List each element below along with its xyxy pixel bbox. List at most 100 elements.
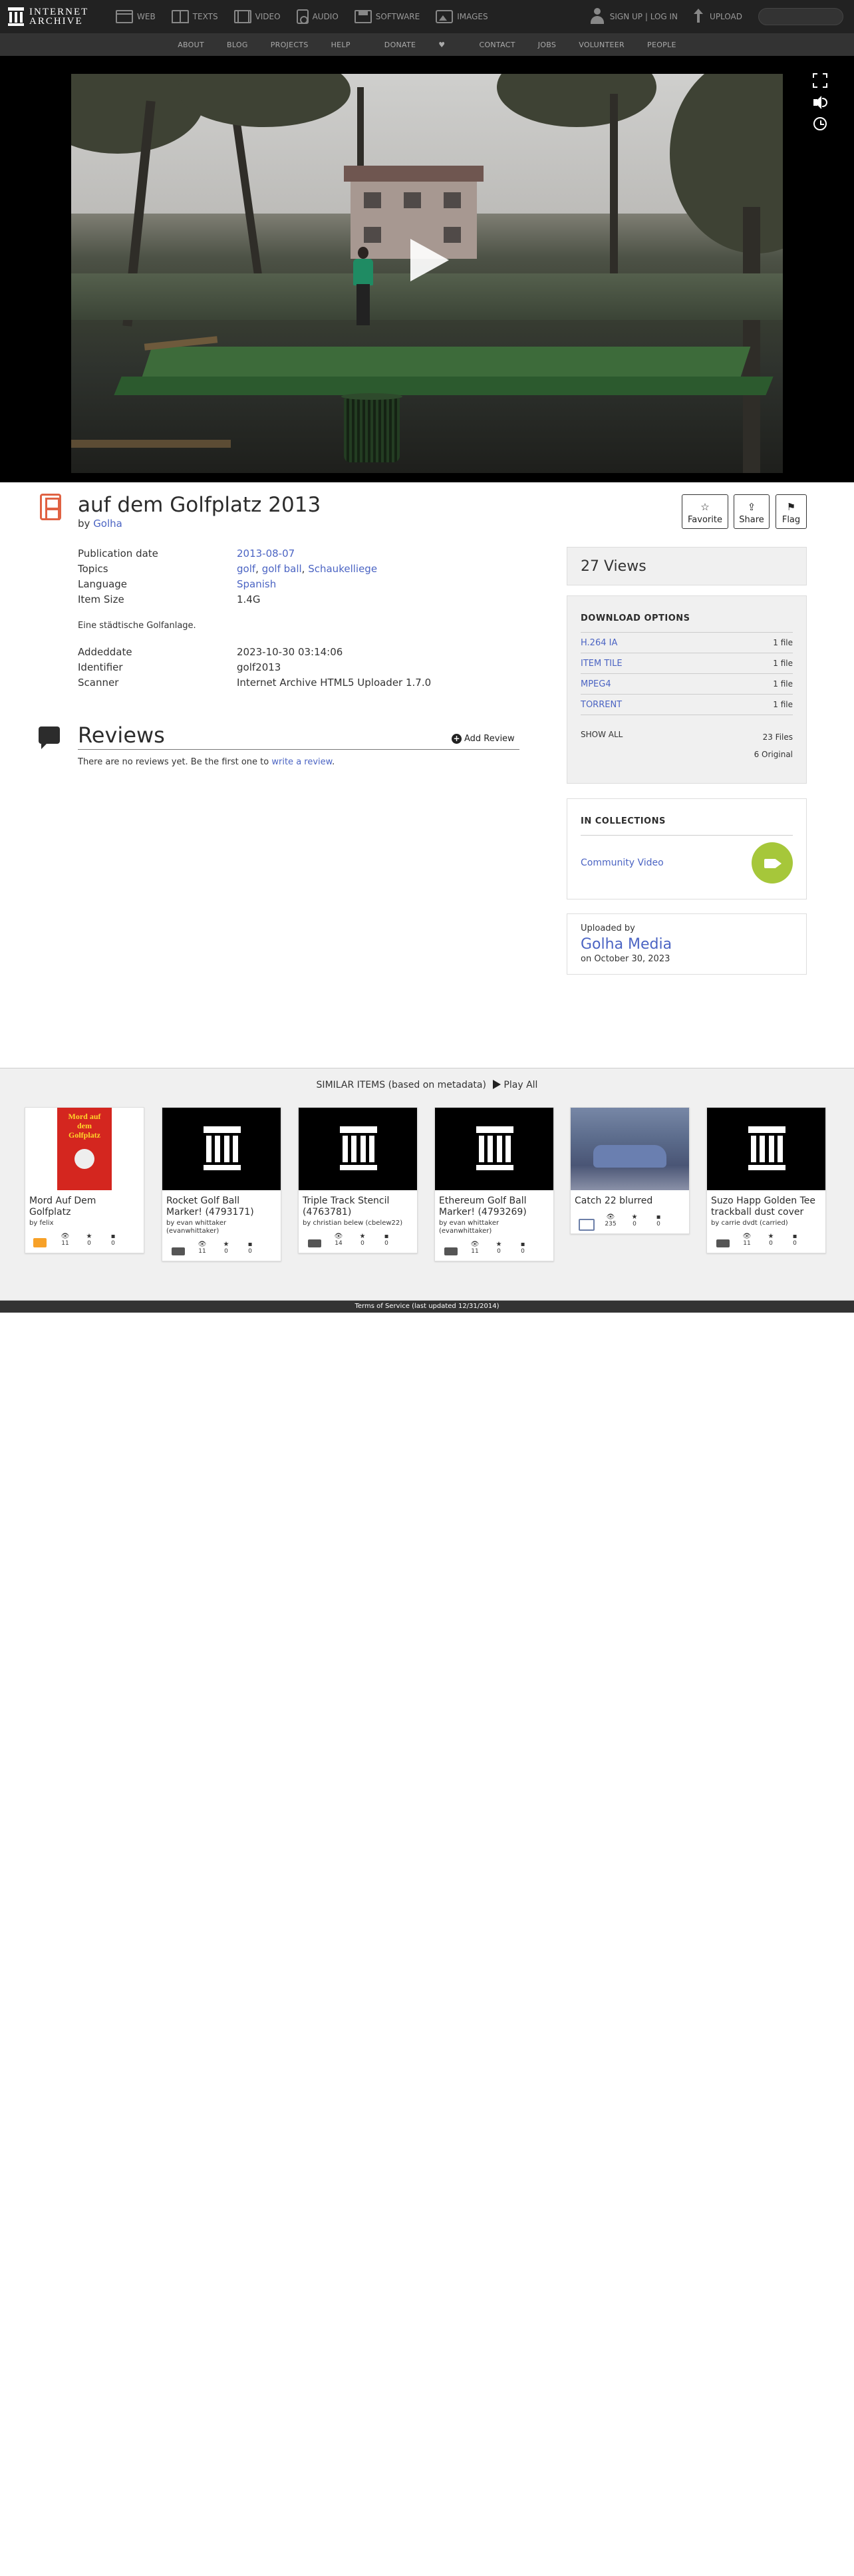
play-button[interactable] — [410, 239, 449, 281]
reviews-count: 0 — [248, 1248, 252, 1255]
write-review-link[interactable]: write a review — [271, 757, 332, 767]
favorites-stat: ★ 0 — [351, 1233, 374, 1247]
card-title[interactable]: Catch 22 blurred — [571, 1190, 689, 1207]
subnav-donate-wrap[interactable]: DONATE ♥ — [373, 41, 457, 49]
download-options-box: DOWNLOAD OPTIONS H.264 IA 1 file ITEM TI… — [567, 595, 807, 784]
download-torrent-count: 1 file — [773, 700, 793, 709]
card-title[interactable]: Rocket Golf Ball Marker! (4793171) — [162, 1190, 281, 1218]
volume-icon[interactable] — [813, 95, 827, 110]
play-all-button[interactable]: Play All — [493, 1080, 537, 1090]
archive-temple-icon — [204, 1126, 241, 1170]
nav-web[interactable]: WEB — [116, 9, 156, 24]
subnav-blog[interactable]: BLOG — [227, 41, 248, 49]
similar-item-card[interactable]: Rocket Golf Ball Marker! (4793171) by ev… — [162, 1107, 281, 1261]
upload-link[interactable]: UPLOAD — [710, 12, 742, 21]
logo-line-2: ARCHIVE — [29, 16, 83, 27]
signup-login-link[interactable]: SIGN UP | LOG IN — [610, 12, 678, 21]
identifier-value: golf2013 — [237, 661, 281, 673]
download-item-tile-count: 1 file — [773, 659, 793, 668]
top-navigation: INTERNET ARCHIVE WEB TEXTS VIDEO AUDIO S… — [0, 0, 854, 33]
similar-item-card[interactable]: Ethereum Golf Ball Marker! (4793269) by … — [434, 1107, 554, 1261]
download-mpeg4-link[interactable]: MPEG4 — [581, 679, 611, 689]
similar-items-section: SIMILAR ITEMS (based on metadata) Play A… — [0, 1068, 854, 1301]
upload-icon[interactable] — [692, 9, 704, 25]
similar-item-card[interactable]: Catch 22 blurred 👁 235 ★ 0 ▪ 0 — [570, 1107, 690, 1234]
item-thumbnail[interactable] — [435, 1108, 553, 1190]
nav-texts[interactable]: TEXTS — [171, 9, 218, 24]
metadata-row-pubdate: Publication date 2013-08-07 — [78, 546, 503, 561]
card-creator: by christian belew (cbelew22) — [303, 1219, 403, 1227]
topic-link-golf[interactable]: golf — [237, 563, 255, 575]
nav-software[interactable]: SOFTWARE — [354, 9, 420, 24]
fullscreen-icon[interactable] — [813, 73, 827, 88]
download-item-tile-link[interactable]: ITEM TILE — [581, 659, 623, 669]
card-stats: 👁 235 ★ 0 ▪ 0 — [571, 1208, 689, 1233]
card-title[interactable]: Triple Track Stencil (4763781) — [299, 1190, 417, 1218]
favorites-stat: ★ 0 — [759, 1233, 783, 1247]
views-count-box: 27 Views — [567, 547, 807, 585]
search-input[interactable] — [758, 8, 843, 25]
favorites-stat: ★ 0 — [214, 1241, 238, 1255]
creator-link[interactable]: Golha — [93, 518, 122, 530]
metadata-row-scanner: Scanner Internet Archive HTML5 Uploader … — [78, 675, 431, 690]
similar-item-card[interactable]: Suzo Happ Golden Tee trackball dust cove… — [706, 1107, 826, 1253]
community-video-icon[interactable] — [752, 842, 793, 884]
share-icon: ⇪ — [747, 501, 756, 513]
subnav-jobs[interactable]: JOBS — [538, 41, 556, 49]
card-title[interactable]: Ethereum Golf Ball Marker! (4793269) — [435, 1190, 553, 1218]
card-title[interactable]: Mord Auf Dem Golfplatz — [25, 1190, 144, 1218]
star-icon: ★ — [359, 1233, 366, 1240]
subnav-about[interactable]: ABOUT — [178, 41, 204, 49]
addeddate-value: 2023-10-30 03:14:06 — [237, 645, 343, 658]
add-review-button[interactable]: + Add Review — [452, 734, 515, 744]
nav-texts-label: TEXTS — [192, 12, 218, 21]
nav-video[interactable]: VIDEO — [233, 9, 281, 24]
texts-type-icon — [29, 1238, 52, 1247]
nav-images-label: IMAGES — [457, 12, 488, 21]
download-torrent-link[interactable]: TORRENT — [581, 700, 622, 710]
eye-icon: 👁 — [61, 1233, 70, 1240]
reviews-count: 0 — [521, 1248, 525, 1255]
uploaded-by-label: Uploaded by — [581, 923, 635, 933]
item-thumbnail[interactable]: Mord auf dem Golfplatz — [25, 1108, 144, 1190]
video-player[interactable] — [0, 56, 854, 482]
subnav-volunteer[interactable]: VOLUNTEER — [579, 41, 625, 49]
golfer-figure — [352, 247, 374, 327]
favorites-count: 0 — [224, 1248, 228, 1255]
scanner-value: Internet Archive HTML5 Uploader 1.7.0 — [237, 676, 432, 689]
item-thumbnail[interactable] — [707, 1108, 825, 1190]
similar-item-card[interactable]: Mord auf dem Golfplatz Mord Auf Dem Golf… — [25, 1107, 144, 1253]
media-type-nav: WEB TEXTS VIDEO AUDIO SOFTWARE IMAGES — [116, 9, 504, 24]
views-count: 11 — [471, 1248, 479, 1255]
favorite-label: Favorite — [688, 515, 722, 525]
nav-images[interactable]: IMAGES — [436, 9, 488, 24]
share-button[interactable]: ⇪ Share — [734, 494, 770, 529]
subnav-contact[interactable]: CONTACT — [479, 41, 515, 49]
item-thumbnail[interactable] — [299, 1108, 417, 1190]
item-thumbnail[interactable] — [571, 1108, 689, 1190]
archive-temple-icon — [748, 1126, 785, 1170]
subnav-help[interactable]: HELP — [331, 41, 351, 49]
comment-icon: ▪ — [110, 1233, 116, 1240]
pubdate-link[interactable]: 2013-08-07 — [237, 548, 295, 560]
terms-of-service-link[interactable]: Terms of Service (last updated 12/31/201… — [355, 1303, 499, 1310]
flag-button[interactable]: ⚑ Flag — [776, 494, 807, 529]
download-h264-link[interactable]: H.264 IA — [581, 638, 617, 648]
item-thumbnail[interactable] — [162, 1108, 281, 1190]
show-all-link[interactable]: SHOW ALL — [581, 730, 623, 763]
card-title[interactable]: Suzo Happ Golden Tee trackball dust cove… — [707, 1190, 825, 1218]
language-link[interactable]: Spanish — [237, 578, 276, 590]
topic-link-schaukelliege[interactable]: Schaukelliege — [308, 563, 377, 575]
uploader-link[interactable]: Golha Media — [581, 936, 793, 953]
similar-item-card[interactable]: Triple Track Stencil (4763781) by christ… — [298, 1107, 418, 1253]
internet-archive-logo[interactable]: INTERNET ARCHIVE — [8, 7, 108, 27]
clock-icon[interactable] — [813, 117, 827, 130]
video-frame[interactable] — [71, 74, 783, 473]
user-icon[interactable] — [590, 8, 605, 25]
subnav-people[interactable]: PEOPLE — [647, 41, 676, 49]
nav-audio[interactable]: AUDIO — [296, 9, 339, 24]
collection-link[interactable]: Community Video — [581, 858, 664, 868]
favorite-button[interactable]: ☆ Favorite — [682, 494, 728, 529]
topic-link-golf-ball[interactable]: golf ball — [262, 563, 302, 575]
subnav-projects[interactable]: PROJECTS — [271, 41, 309, 49]
